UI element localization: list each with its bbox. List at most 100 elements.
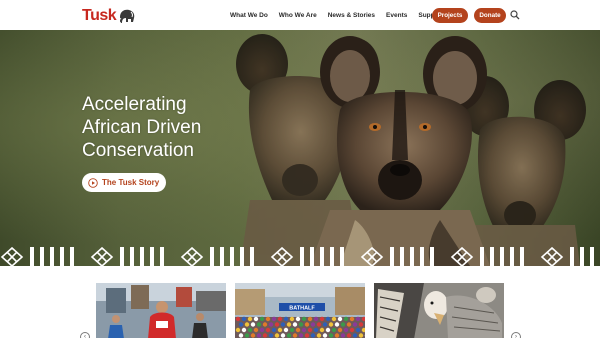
logo-wordmark: Tusk	[82, 7, 117, 24]
tusk-story-button[interactable]: The Tusk Story	[82, 173, 166, 192]
crowd-runner	[247, 316, 253, 322]
pattern-bar	[220, 247, 224, 267]
tusk-story-label: The Tusk Story	[102, 178, 160, 187]
pattern-bar	[570, 247, 574, 267]
pattern-bar	[420, 247, 424, 267]
hero-banner: Accelerating African Driven Conservation…	[0, 30, 600, 266]
projects-button[interactable]: Projects	[432, 8, 468, 23]
crowd-runner	[283, 327, 289, 333]
crowd-runner	[307, 327, 313, 333]
pattern-bar	[60, 247, 64, 267]
crowd-runner	[295, 316, 301, 322]
crowd-runner	[346, 322, 352, 327]
crowd-runner	[241, 316, 247, 322]
site-header: Tusk What We Do Who We Are News & Storie…	[0, 0, 600, 30]
play-circle-icon	[88, 177, 98, 188]
crowd-runner	[325, 327, 331, 333]
nav-news-stories[interactable]: News & Stories	[328, 12, 375, 19]
pattern-bar	[480, 247, 484, 267]
crowd-runner	[259, 327, 265, 333]
crowd-runner	[340, 322, 346, 327]
card-vultures[interactable]	[374, 283, 504, 338]
crowd-runner	[358, 322, 364, 327]
pattern-bar	[430, 247, 434, 267]
crowd-runner	[238, 322, 244, 327]
crowd-runner	[244, 322, 250, 327]
crowd-runner	[319, 316, 325, 322]
pattern-bar	[510, 247, 514, 267]
crowd-runner	[337, 327, 343, 333]
nav-what-we-do[interactable]: What We Do	[230, 12, 268, 19]
pattern-bar	[300, 247, 304, 267]
crowd-runner	[304, 333, 310, 338]
crowd-runner	[286, 322, 292, 327]
crowd-runner	[340, 333, 346, 338]
crowd-runner	[343, 316, 349, 322]
pattern-bar	[50, 247, 54, 267]
crowd-runner	[352, 322, 358, 327]
crowd-runner	[274, 322, 280, 327]
crowd-runner	[268, 333, 274, 338]
crowd-runner	[262, 322, 268, 327]
crowd-runner	[256, 322, 262, 327]
crowd-runner	[307, 316, 313, 322]
crowd-runner	[316, 333, 322, 338]
crowd-runner	[292, 322, 298, 327]
crowd-runner	[292, 333, 298, 338]
crowd-runner	[250, 333, 256, 338]
bathalf-banner-text: BATHALF	[289, 306, 315, 312]
crowd-runner	[277, 327, 283, 333]
crowd-runner	[334, 333, 340, 338]
crowd-runner	[265, 327, 271, 333]
crowd-runner	[289, 327, 295, 333]
hero-title: Accelerating African Driven Conservation	[82, 93, 302, 162]
crowd-runner	[280, 322, 286, 327]
main-nav: What We Do Who We Are News & Stories Eve…	[230, 0, 453, 30]
pattern-bar	[70, 247, 74, 267]
crowd-runner	[268, 322, 274, 327]
pattern-bar	[210, 247, 214, 267]
crowd-runner	[271, 316, 277, 322]
crowd-runner	[241, 327, 247, 333]
crowd-runner	[343, 327, 349, 333]
crowd-runner	[316, 322, 322, 327]
crowd-runner	[349, 327, 355, 333]
crowd-runner	[322, 322, 328, 327]
chevron-left-icon[interactable]: ‹	[80, 332, 90, 338]
nav-events[interactable]: Events	[386, 12, 407, 19]
pattern-bar	[40, 247, 44, 267]
crowd-runner	[319, 327, 325, 333]
pattern-diamond	[180, 247, 204, 267]
crowd-runner	[328, 322, 334, 327]
crowd-runner	[295, 327, 301, 333]
nav-who-we-are[interactable]: Who We Are	[279, 12, 317, 19]
pattern-bar	[330, 247, 334, 267]
crowd-runner	[337, 316, 343, 322]
tribal-pattern-divider	[0, 247, 594, 267]
crowd-runner	[298, 322, 304, 327]
chevron-right-icon[interactable]: ›	[511, 332, 521, 338]
crowd-runner	[235, 316, 241, 322]
card-bath-half[interactable]: BATHALF	[235, 283, 365, 338]
pattern-bar	[500, 247, 504, 267]
crowd-runner	[253, 327, 259, 333]
crowd-runner	[325, 316, 331, 322]
tusk-logo[interactable]: Tusk	[82, 5, 137, 27]
crowd-runner	[235, 327, 241, 333]
card-marathon-runner[interactable]	[96, 283, 226, 338]
search-icon[interactable]	[510, 10, 520, 20]
crowd-runner	[247, 327, 253, 333]
pattern-bar	[390, 247, 394, 267]
crowd-runner	[271, 327, 277, 333]
pattern-diamond	[90, 247, 114, 267]
crowd-runner	[352, 333, 358, 338]
crowd-runner	[313, 327, 319, 333]
pattern-bar	[410, 247, 414, 267]
donate-button[interactable]: Donate	[474, 8, 506, 23]
crowd-runner	[358, 333, 364, 338]
pattern-bar	[140, 247, 144, 267]
crowd-runner	[310, 322, 316, 327]
stories-carousel: ‹ BATHALF ›	[0, 266, 600, 338]
crowd-runner	[355, 316, 361, 322]
crowd-runner	[280, 333, 286, 338]
